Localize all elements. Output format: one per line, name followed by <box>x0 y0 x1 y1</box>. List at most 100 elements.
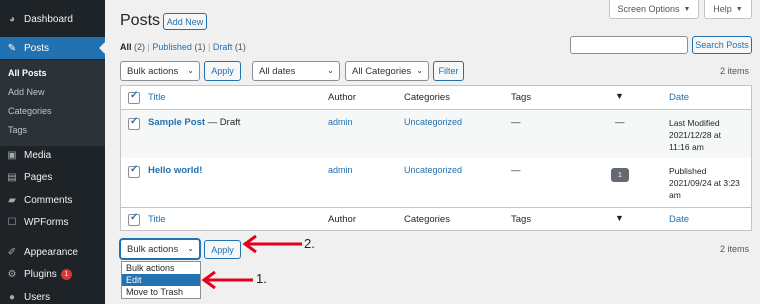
annotation-step-2: 2. <box>304 236 315 251</box>
users-icon: ● <box>8 291 16 303</box>
admin-sidebar: ◕ Dashboard ✎ Posts All Posts Add New Ca… <box>0 0 105 304</box>
screen-options-tab[interactable]: Screen Options ▼ <box>609 0 699 19</box>
select-all-checkbox[interactable] <box>128 90 140 104</box>
category-link[interactable]: Uncategorized <box>404 165 462 175</box>
appearance-icon: ✐ <box>7 246 17 258</box>
screen-options-label: Screen Options <box>617 4 680 14</box>
comment-icon: ▼ <box>615 91 624 101</box>
sidebar-item-label: Users <box>24 291 51 303</box>
posts-submenu: All Posts Add New Categories Tags <box>0 60 105 146</box>
column-tags: Tags <box>511 214 532 225</box>
dates-select[interactable]: All dates ⌄ <box>252 61 340 81</box>
add-new-button[interactable]: Add New <box>163 13 207 30</box>
plugins-icon: ⚙ <box>7 268 17 280</box>
comment-count-bubble[interactable]: 1 <box>611 168 629 182</box>
column-date[interactable]: Date <box>669 92 689 103</box>
chevron-down-icon: ⌄ <box>187 66 194 76</box>
column-title[interactable]: Title <box>148 92 166 103</box>
post-title-link[interactable]: Hello world! <box>148 165 202 176</box>
categories-select[interactable]: All Categories ⌄ <box>345 61 429 81</box>
comments-cell: — <box>615 117 625 128</box>
items-count: 2 items <box>720 66 750 76</box>
post-title-link[interactable]: Sample Post <box>148 117 205 128</box>
bulk-actions-select-bottom[interactable]: Bulk actions ⌄ <box>120 239 200 259</box>
date-time: 11:16 am <box>669 142 704 152</box>
search-input[interactable] <box>570 36 688 54</box>
select-all-checkbox[interactable] <box>128 212 140 226</box>
post-state: — Draft <box>205 117 241 128</box>
submenu-all-posts[interactable]: All Posts <box>8 68 47 78</box>
column-author: Author <box>328 214 356 225</box>
pin-icon: ✎ <box>7 42 17 54</box>
sidebar-item-users[interactable]: ● Users <box>0 286 105 304</box>
status-filters: All (2) | Published (1) | Draft (1) <box>120 42 246 52</box>
filter-separator: | <box>207 42 211 52</box>
post-title-cell: Sample Post — Draft <box>148 117 240 128</box>
submenu-tags[interactable]: Tags <box>8 125 27 135</box>
filter-published-link[interactable]: Published <box>152 42 192 52</box>
annotation-arrow-1 <box>201 270 253 290</box>
help-label: Help <box>713 4 732 14</box>
author-link[interactable]: admin <box>328 165 353 175</box>
forms-icon: ☐ <box>7 216 17 228</box>
table-header-row: Title Author Categories Tags ▼ Date <box>121 86 751 110</box>
help-tab[interactable]: Help ▼ <box>704 0 752 19</box>
annotation-step-1: 1. <box>256 271 267 286</box>
dropdown-option-move-to-trash[interactable]: Move to Trash <box>122 286 200 298</box>
sidebar-item-posts[interactable]: ✎ Posts <box>0 37 105 59</box>
sidebar-item-label: Posts <box>24 42 50 54</box>
date-status: Published <box>669 166 707 176</box>
submenu-categories[interactable]: Categories <box>8 106 52 116</box>
bulk-actions-value: Bulk actions <box>127 65 179 77</box>
sidebar-item-appearance[interactable]: ✐ Appearance <box>0 241 105 263</box>
sidebar-item-label: Appearance <box>24 246 78 258</box>
filter-separator: | <box>147 42 150 52</box>
dropdown-option-bulk-actions[interactable]: Bulk actions <box>122 262 200 274</box>
column-title[interactable]: Title <box>148 214 166 225</box>
author-link[interactable]: admin <box>328 117 353 127</box>
apply-button[interactable]: Apply <box>204 61 241 81</box>
sidebar-item-pages[interactable]: ▤ Pages <box>0 166 105 188</box>
chevron-down-icon: ⌄ <box>187 244 194 254</box>
sidebar-item-label: Comments <box>24 194 73 206</box>
submenu-add-new[interactable]: Add New <box>8 87 45 97</box>
filter-draft-link[interactable]: Draft <box>213 42 233 52</box>
apply-button-bottom[interactable]: Apply <box>204 240 241 259</box>
dates-value: All dates <box>259 65 296 77</box>
category-link[interactable]: Uncategorized <box>404 117 462 127</box>
chevron-down-icon: ▼ <box>683 5 691 13</box>
search-posts-button[interactable]: Search Posts <box>692 36 752 54</box>
sidebar-item-dashboard[interactable]: ◕ Dashboard <box>0 8 105 30</box>
column-categories: Categories <box>404 92 450 103</box>
sidebar-item-comments[interactable]: ▰ Comments <box>0 189 105 211</box>
pages-icon: ▤ <box>7 171 17 183</box>
chevron-down-icon: ⌄ <box>416 66 423 76</box>
bulk-actions-value: Bulk actions <box>127 243 179 255</box>
filter-button[interactable]: Filter <box>433 61 464 81</box>
chevron-down-icon: ⌄ <box>327 66 334 76</box>
dropdown-option-edit[interactable]: Edit <box>122 274 200 286</box>
column-date[interactable]: Date <box>669 214 689 225</box>
tags-cell: — <box>511 117 521 128</box>
filter-all-label[interactable]: All <box>120 42 132 52</box>
row-checkbox[interactable] <box>128 116 140 130</box>
sidebar-item-label: Media <box>24 149 52 161</box>
filter-all-count: (2) <box>134 42 146 52</box>
sidebar-item-media[interactable]: ▣ Media <box>0 144 105 166</box>
chevron-down-icon: ▼ <box>735 5 743 13</box>
date-day: 2021/12/28 at <box>669 130 721 140</box>
items-count-bottom: 2 items <box>720 244 750 254</box>
column-author: Author <box>328 92 356 103</box>
date-day: 2021/09/24 at 3:23 <box>669 178 740 188</box>
date-cell: Published 2021/09/24 at 3:23 am <box>669 165 740 201</box>
row-checkbox[interactable] <box>128 164 140 178</box>
bulk-actions-select[interactable]: Bulk actions ⌄ <box>120 61 200 81</box>
sidebar-item-plugins[interactable]: ⚙ Plugins 1 <box>0 263 105 285</box>
column-categories: Categories <box>404 214 450 225</box>
plugins-update-badge: 1 <box>60 268 72 280</box>
sidebar-item-wpforms[interactable]: ☐ WPForms <box>0 211 105 233</box>
media-icon: ▣ <box>7 149 17 161</box>
annotation-arrow-2 <box>242 234 302 254</box>
sidebar-item-label: Pages <box>24 171 53 183</box>
sidebar-item-label: WPForms <box>24 216 69 228</box>
